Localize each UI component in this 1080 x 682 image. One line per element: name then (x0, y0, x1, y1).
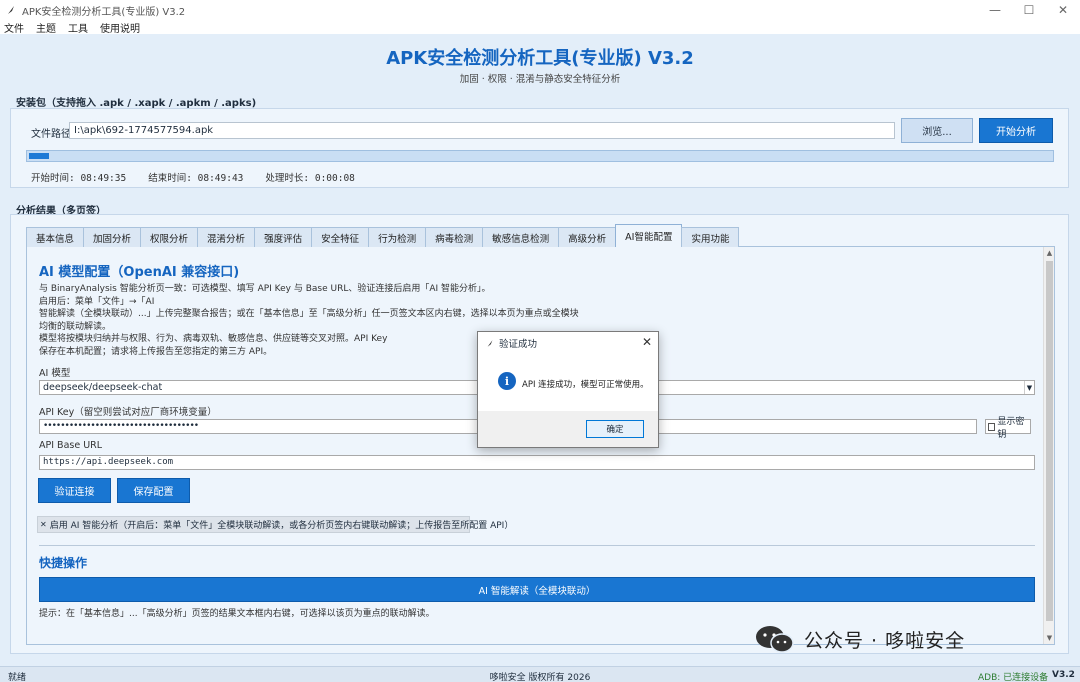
install-group-label: 安装包（支持拖入 .apk / .xapk / .apkm / .apks) (16, 98, 257, 109)
vertical-scrollbar[interactable]: ▲ ▼ (1043, 247, 1054, 644)
desc-line: 模型将按模块归纳并与权限、行为、病毒双轨、敏感信息、供应链等交叉对照。API K… (39, 334, 388, 344)
dialog-titlebar: 验证成功 (478, 332, 658, 354)
menu-tools[interactable]: 工具 (68, 20, 88, 35)
tab-utilities[interactable]: 实用功能 (681, 227, 740, 247)
window-titlebar: APK安全检测分析工具(专业版) V3.2 — ☐ ✕ (0, 0, 1080, 20)
start-analysis-button[interactable]: 开始分析 (979, 118, 1053, 143)
tab-ai-config[interactable]: AI智能配置 (615, 224, 683, 247)
app-title: APK安全检测分析工具(专业版) V3.2 (386, 48, 694, 69)
status-copyright: 哆啦安全 版权所有 2026 (489, 673, 591, 682)
duration: 处理时长: 0:00:08 (265, 173, 355, 184)
tab-behavior-detection[interactable]: 行为检测 (368, 227, 427, 247)
time-info: 开始时间: 08:49:35 结束时间: 08:49:43 处理时长: 0:00… (31, 170, 355, 184)
desc-line: 智能解读（全模块联动）...」上传完整聚合报告；或在「基本信息」至「高级分析」任… (39, 309, 579, 319)
wechat-logo-icon (756, 626, 794, 653)
model-label: AI 模型 (39, 368, 71, 379)
quick-actions-title: 快捷操作 (39, 556, 88, 570)
scroll-up-icon[interactable]: ▲ (1044, 247, 1054, 259)
window-controls: — ☐ ✕ (978, 0, 1080, 20)
app-subtitle: 加固 · 权限 · 混淆与静态安全特征分析 (459, 74, 621, 85)
progress-bar (26, 150, 1054, 162)
menu-file[interactable]: 文件 (4, 20, 24, 35)
file-path-input[interactable]: I:\apk\692-1774577594.apk (69, 122, 895, 139)
close-window-button[interactable]: ✕ (1046, 0, 1080, 20)
checked-icon: ✕ (40, 520, 47, 529)
file-path-label: 文件路径 (31, 129, 71, 140)
desc-line: 均衡的联动解读。 (39, 321, 112, 332)
browse-button[interactable]: 浏览... (901, 118, 973, 143)
adb-status: ADB: 已连接设备 (978, 673, 1049, 682)
ai-config-title: AI 模型配置（OpenAI 兼容接口) (39, 265, 240, 280)
menu-bar: 文件 主题 工具 使用说明 (0, 20, 1080, 35)
tab-advanced-analysis[interactable]: 高级分析 (558, 227, 617, 247)
tab-virus-detection[interactable]: 病毒检测 (425, 227, 484, 247)
tab-security-features[interactable]: 安全特征 (311, 227, 370, 247)
scroll-down-icon[interactable]: ▼ (1044, 632, 1054, 644)
info-icon: i (498, 372, 516, 390)
maximize-button[interactable]: ☐ (1012, 0, 1046, 20)
ai-config-description: 与 BinaryAnalysis 智能分析页一致：可选模型、填写 API Key… (39, 283, 579, 358)
tab-packer-analysis[interactable]: 加固分析 (83, 227, 142, 247)
api-url-label: API Base URL (39, 440, 103, 451)
feather-app-icon (487, 339, 493, 347)
api-url-input[interactable]: https://api.deepseek.com (39, 455, 1035, 470)
desc-line: 与 BinaryAnalysis 智能分析页一致：可选模型、填写 API Key… (39, 284, 491, 294)
enable-ai-label: 启用 AI 智能分析（开启后：菜单「文件」全模块联动解读，或各分析页签内右键联动… (49, 521, 514, 531)
chevron-down-icon[interactable]: ▼ (1024, 381, 1034, 394)
show-key-checkbox[interactable]: 显示密钥 (985, 417, 1031, 440)
verify-success-dialog: 验证成功 ✕ i API 连接成功，模型可正常使用。 确定 (477, 331, 659, 448)
save-config-button[interactable]: 保存配置 (117, 478, 190, 503)
status-bar: 就绪 哆啦安全 版权所有 2026 ADB: 已连接设备 V3.2 (0, 666, 1080, 682)
minimize-button[interactable]: — (978, 0, 1012, 20)
tab-obfuscation-analysis[interactable]: 混淆分析 (197, 227, 256, 247)
feather-app-icon (8, 6, 14, 14)
tip-text: 提示：在「基本信息」...「高级分析」页签的结果文本框内右键，可选择以该页为重点… (39, 609, 435, 619)
window-title: APK安全检测分析工具(专业版) V3.2 (22, 6, 186, 18)
show-key-label: 显示密钥 (997, 416, 1025, 440)
progress-fill (29, 153, 49, 159)
model-value: deepseek/deepseek-chat (43, 382, 163, 393)
tab-sensitive-info[interactable]: 敏感信息检测 (482, 227, 560, 247)
result-tabs: 基本信息 加固分析 权限分析 混淆分析 强度评估 安全特征 行为检测 病毒检测 … (26, 224, 740, 247)
divider (39, 545, 1035, 546)
start-time: 开始时间: 08:49:35 (31, 173, 127, 184)
api-key-label: API Key（留空则尝试对应厂商环境变量） (39, 407, 217, 418)
menu-theme[interactable]: 主题 (36, 20, 56, 35)
watermark-text: 公众号 · 哆啦安全 (804, 629, 966, 652)
dialog-message: API 连接成功，模型可正常使用。 (522, 380, 649, 390)
dialog-close-icon[interactable]: ✕ (642, 335, 652, 349)
tab-permission-analysis[interactable]: 权限分析 (140, 227, 199, 247)
desc-line: 启用后：菜单「文件」→「AI (39, 296, 155, 307)
end-time: 结束时间: 08:49:43 (148, 173, 244, 184)
version-label: V3.2 (1052, 670, 1075, 680)
checkbox-icon (988, 422, 996, 431)
tab-strength-evaluation[interactable]: 强度评估 (254, 227, 313, 247)
dialog-footer: 确定 (478, 411, 658, 447)
ai-interpret-button[interactable]: AI 智能解读（全模块联动） (39, 577, 1035, 602)
scroll-thumb[interactable] (1046, 261, 1053, 621)
dialog-title: 验证成功 (499, 339, 538, 350)
menu-help[interactable]: 使用说明 (100, 20, 140, 35)
desc-line: 保存在本机配置；请求将上传报告至您指定的第三方 API。 (39, 346, 273, 357)
enable-ai-checkbox[interactable]: ✕ 启用 AI 智能分析（开启后：菜单「文件」全模块联动解读，或各分析页签内右键… (37, 516, 513, 533)
verify-connection-button[interactable]: 验证连接 (38, 478, 111, 503)
tab-basic-info[interactable]: 基本信息 (26, 227, 85, 247)
dialog-ok-button[interactable]: 确定 (586, 420, 644, 438)
dialog-body: i API 连接成功，模型可正常使用。 (478, 354, 658, 411)
watermark: 公众号 · 哆啦安全 (754, 624, 965, 654)
